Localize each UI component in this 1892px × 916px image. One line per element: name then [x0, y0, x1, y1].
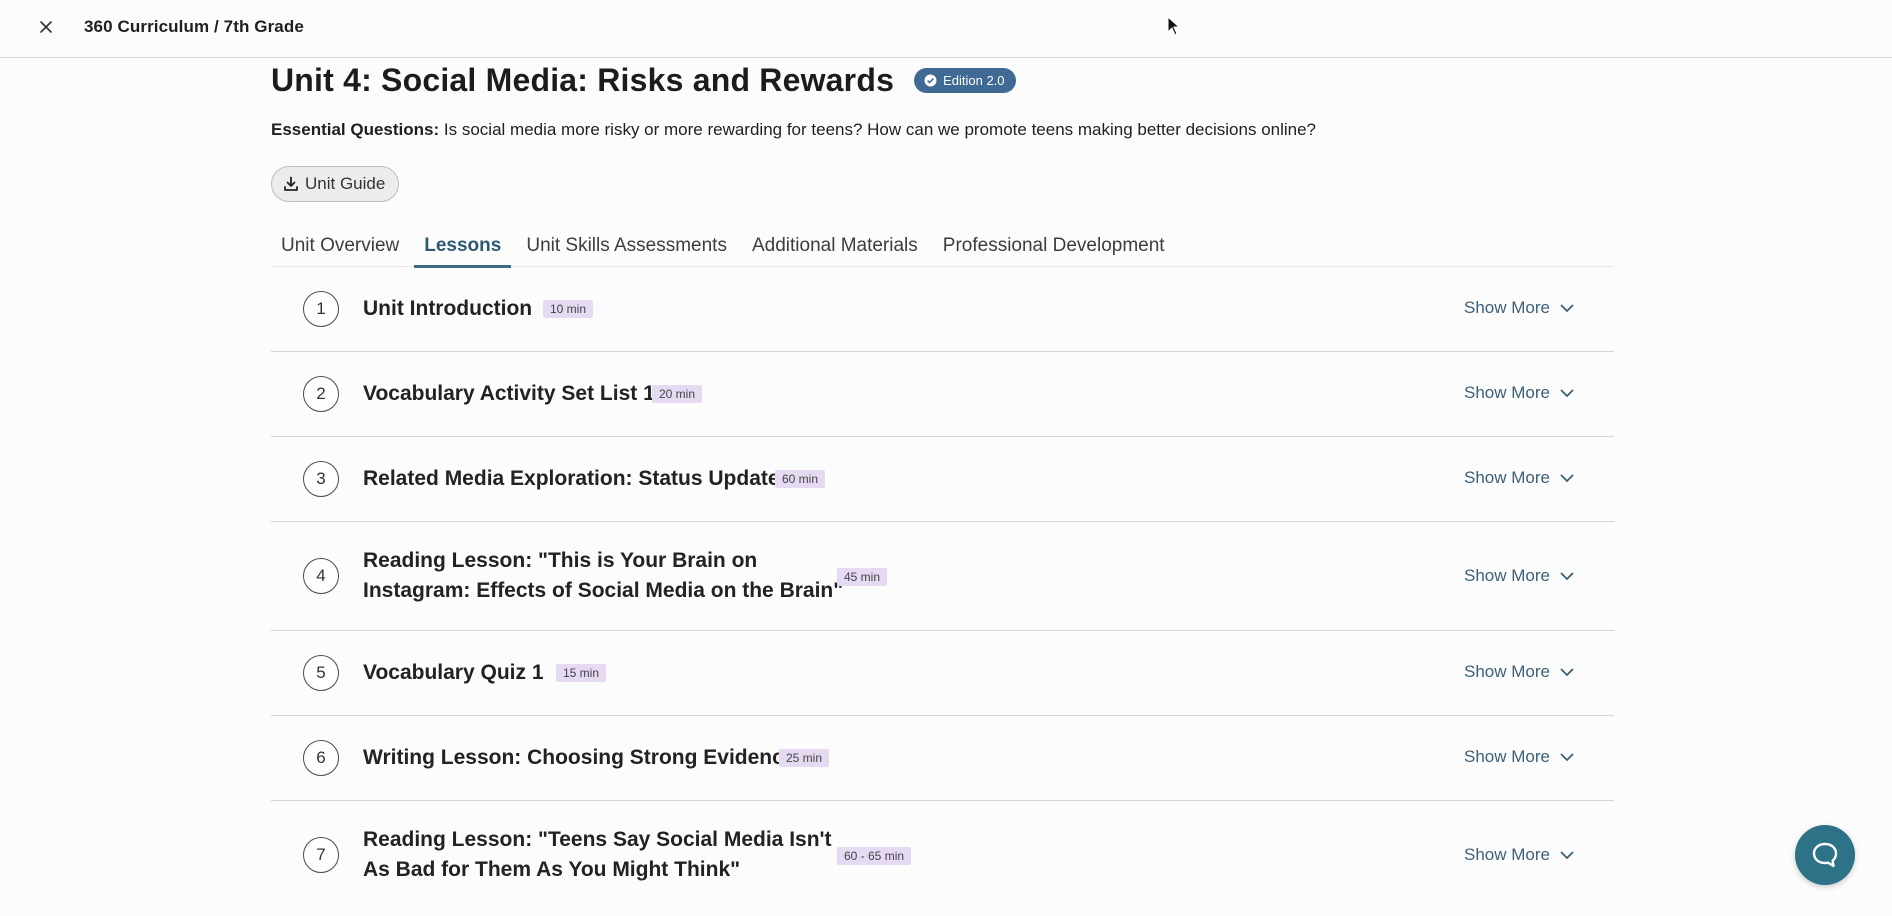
- tab-professional-development[interactable]: Professional Development: [933, 224, 1175, 267]
- show-more-button[interactable]: Show More: [1464, 566, 1574, 586]
- lesson-title-line: Reading Lesson: "This is Your Brain on: [363, 549, 758, 572]
- close-button[interactable]: [34, 15, 58, 39]
- tab-unit-skills-assessments[interactable]: Unit Skills Assessments: [516, 224, 737, 267]
- lesson-title: Writing Lesson: Choosing Strong Evidence: [363, 746, 796, 769]
- lesson-title: Reading Lesson: "This is Your Brain on I…: [363, 546, 843, 606]
- lesson-title: Related Media Exploration: Status Update: [363, 467, 780, 490]
- duration-badge: 25 min: [779, 749, 830, 767]
- lesson-number: 7: [303, 837, 339, 873]
- lesson-item: 4 Reading Lesson: "This is Your Brain on…: [271, 522, 1614, 631]
- lesson-title: Vocabulary Activity Set List 1: [363, 382, 655, 405]
- show-more-button[interactable]: Show More: [1464, 298, 1574, 318]
- essential-questions-label: Essential Questions:: [271, 120, 440, 139]
- unit-guide-label: Unit Guide: [305, 174, 386, 193]
- check-circle-icon: [924, 74, 937, 87]
- lesson-item: 6 Writing Lesson: Choosing Strong Eviden…: [271, 716, 1614, 801]
- show-more-label: Show More: [1464, 845, 1550, 864]
- show-more-label: Show More: [1464, 383, 1550, 402]
- unit-title-row: Unit 4: Social Media: Risks and Rewards …: [271, 62, 1016, 99]
- show-more-button[interactable]: Show More: [1464, 662, 1574, 682]
- show-more-label: Show More: [1464, 566, 1550, 585]
- download-icon: [284, 176, 298, 191]
- lesson-number: 5: [303, 655, 339, 691]
- page-title: Unit 4: Social Media: Risks and Rewards: [271, 62, 895, 98]
- tab-bar: Unit Overview Lessons Unit Skills Assess…: [271, 224, 1614, 268]
- lesson-title-line: As Bad for Them As You Might Think": [363, 858, 741, 881]
- lesson-number: 6: [303, 740, 339, 776]
- duration-badge: 60 min: [775, 470, 826, 488]
- edition-badge: Edition 2.0: [914, 68, 1016, 93]
- tab-unit-overview[interactable]: Unit Overview: [271, 224, 409, 267]
- help-chat-button[interactable]: [1795, 825, 1855, 885]
- lesson-list: 1 Unit Introduction 10 min Show More 2 V…: [271, 267, 1614, 910]
- tab-lessons[interactable]: Lessons: [414, 224, 512, 268]
- top-bar: 360 Curriculum / 7th Grade: [0, 0, 1892, 58]
- chevron-down-icon: [1560, 571, 1574, 580]
- edition-label: Edition 2.0: [943, 73, 1005, 88]
- show-more-button[interactable]: Show More: [1464, 747, 1574, 767]
- lesson-number: 1: [303, 291, 339, 327]
- tab-additional-materials[interactable]: Additional Materials: [742, 224, 928, 267]
- show-more-button[interactable]: Show More: [1464, 468, 1574, 488]
- duration-badge: 15 min: [556, 664, 607, 682]
- chevron-down-icon: [1560, 473, 1574, 482]
- lesson-number: 3: [303, 461, 339, 497]
- unit-guide-button[interactable]: Unit Guide: [271, 166, 400, 202]
- close-icon: [40, 21, 52, 33]
- lesson-number: 2: [303, 376, 339, 412]
- chat-bubble-icon: [1812, 842, 1838, 868]
- chevron-down-icon: [1560, 667, 1574, 676]
- show-more-button[interactable]: Show More: [1464, 845, 1574, 865]
- duration-badge: 10 min: [543, 300, 594, 318]
- lesson-title: Unit Introduction: [363, 297, 533, 320]
- lesson-item: 3 Related Media Exploration: Status Upda…: [271, 437, 1614, 522]
- duration-badge: 60 - 65 min: [837, 847, 912, 865]
- lesson-title-line: Reading Lesson: "Teens Say Social Media …: [363, 828, 832, 851]
- show-more-label: Show More: [1464, 747, 1550, 766]
- chevron-down-icon: [1560, 850, 1574, 859]
- lesson-item: 1 Unit Introduction 10 min Show More: [271, 267, 1614, 352]
- duration-badge: 20 min: [652, 385, 703, 403]
- breadcrumb: 360 Curriculum / 7th Grade: [84, 17, 304, 36]
- show-more-label: Show More: [1464, 662, 1550, 681]
- lesson-item: 5 Vocabulary Quiz 1 15 min Show More: [271, 631, 1614, 716]
- lesson-item: 7 Reading Lesson: "Teens Say Social Medi…: [271, 801, 1614, 910]
- chevron-down-icon: [1560, 752, 1574, 761]
- show-more-button[interactable]: Show More: [1464, 383, 1574, 403]
- lesson-title: Vocabulary Quiz 1: [363, 661, 544, 684]
- essential-questions-text: Is social media more risky or more rewar…: [439, 120, 1317, 139]
- essential-questions: Essential Questions: Is social media mor…: [271, 120, 1316, 140]
- show-more-label: Show More: [1464, 298, 1550, 317]
- duration-badge: 45 min: [837, 568, 888, 586]
- lesson-item: 2 Vocabulary Activity Set List 1 20 min …: [271, 352, 1614, 437]
- mouse-cursor-icon: [1167, 16, 1181, 36]
- chevron-down-icon: [1560, 388, 1574, 397]
- lesson-title-line: Instagram: Effects of Social Media on th…: [363, 579, 844, 602]
- lesson-title: Reading Lesson: "Teens Say Social Media …: [363, 825, 832, 885]
- lesson-number: 4: [303, 558, 339, 594]
- chevron-down-icon: [1560, 303, 1574, 312]
- show-more-label: Show More: [1464, 468, 1550, 487]
